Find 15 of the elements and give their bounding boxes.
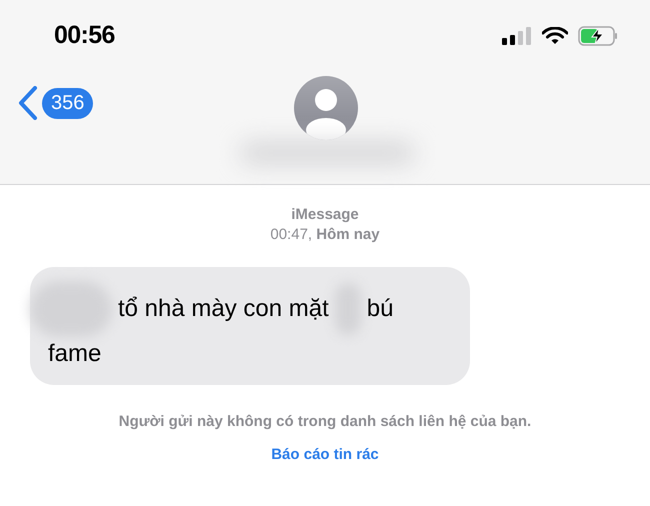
unknown-sender-notice: Người gửi này không có trong danh sách liên hệ của bạn. — [118, 412, 532, 432]
back-chevron-icon — [18, 86, 38, 120]
battery-icon — [578, 26, 618, 46]
contact-avatar-icon[interactable] — [294, 76, 358, 140]
service-label: iMessage — [291, 205, 359, 225]
message-text: fame — [48, 339, 102, 369]
wifi-icon — [542, 27, 568, 45]
message-text: tổ nhà mày con mặt — [118, 294, 329, 324]
back-button[interactable]: 356 — [18, 86, 94, 120]
status-time: 00:56 — [54, 20, 115, 52]
message-text: bú — [366, 294, 394, 324]
message-timestamp: 00:47, Hôm nay — [270, 225, 380, 245]
unread-count-badge: 356 — [42, 88, 94, 118]
report-junk-link[interactable]: Báo cáo tin rác — [271, 444, 379, 466]
signal-icon — [502, 27, 532, 45]
